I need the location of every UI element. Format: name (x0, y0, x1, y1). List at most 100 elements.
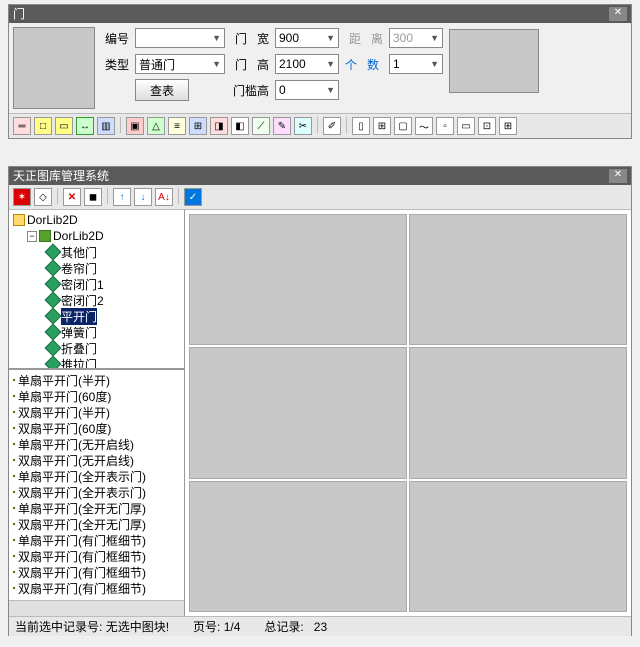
lib-tool-1-icon[interactable]: ✶ (13, 188, 31, 206)
list-item[interactable]: 单扇平开门(半开) (11, 372, 182, 388)
tool-icon-12[interactable]: ⟋ (252, 117, 270, 135)
plus-icon (13, 427, 15, 429)
list-item[interactable]: 双扇平开门(60度) (11, 420, 182, 436)
tool-icon-10[interactable]: ◨ (210, 117, 228, 135)
door-preview-left (13, 27, 95, 109)
type-combo[interactable]: 普通门▼ (135, 54, 225, 74)
tree-group[interactable]: − DorLib2D (11, 228, 182, 244)
status-page: 页号: 1/4 (193, 618, 240, 635)
tool-icon-20[interactable]: ▫ (436, 117, 454, 135)
door-form: 编号 ▼ 类型 普通门▼ 查表 (101, 27, 225, 109)
plus-icon (13, 571, 15, 573)
sort-icon[interactable]: A↓ (155, 188, 173, 206)
list-item[interactable]: 双扇平开门(有门框细节) (11, 580, 182, 596)
thumbnail-cell[interactable] (409, 347, 627, 478)
tool-icon-13[interactable]: ✎ (273, 117, 291, 135)
num-combo[interactable]: ▼ (135, 28, 225, 48)
tool-icon-15[interactable]: ✐ (323, 117, 341, 135)
tree-item[interactable]: 其他门 (11, 244, 182, 260)
list-item[interactable]: 单扇平开门(无开启线) (11, 436, 182, 452)
tool-icon-4[interactable]: ↔ (76, 117, 94, 135)
thumbnail-cell[interactable] (189, 347, 407, 478)
plus-icon (13, 443, 15, 445)
thumbnail-cell[interactable] (409, 214, 627, 345)
list-item[interactable]: 单扇平开门(60度) (11, 388, 182, 404)
tree-item[interactable]: 平开门 (11, 308, 182, 324)
collapse-icon[interactable]: − (27, 231, 37, 242)
width-combo[interactable]: 900▼ (275, 28, 339, 48)
tree-item[interactable]: 弹簧门 (11, 324, 182, 340)
library-body: DorLib2D − DorLib2D 其他门卷帘门密闭门1密闭门2平开门弹簧门… (9, 210, 631, 616)
tree-item[interactable]: 折叠门 (11, 340, 182, 356)
list-item[interactable]: 双扇平开门(无开启线) (11, 452, 182, 468)
status-bar: 当前选中记录号: 无选中图块! 页号: 1/4 总记录: 23 (9, 616, 631, 636)
close-icon[interactable]: ✕ (609, 169, 627, 183)
lookup-button[interactable]: 查表 (135, 79, 189, 101)
plus-icon (13, 555, 15, 557)
tree-item[interactable]: 卷帘门 (11, 260, 182, 276)
count-combo[interactable]: 1▼ (389, 54, 443, 74)
chevron-down-icon: ▼ (430, 59, 439, 69)
lib-tool-8-icon[interactable]: ✓ (184, 188, 202, 206)
library-tree[interactable]: DorLib2D − DorLib2D 其他门卷帘门密闭门1密闭门2平开门弹簧门… (9, 210, 184, 370)
delete-icon[interactable]: ✕ (63, 188, 81, 206)
tool-icon-7[interactable]: △ (147, 117, 165, 135)
tree-item[interactable]: 推拉门 (11, 356, 182, 370)
door-preview-right (449, 29, 539, 93)
count-unit-link[interactable]: 个 (345, 56, 361, 73)
tool-icon-9[interactable]: ⊞ (189, 117, 207, 135)
count-link[interactable]: 数 (367, 56, 383, 73)
chevron-down-icon: ▼ (326, 59, 335, 69)
list-item[interactable]: 单扇平开门(全开无门厚) (11, 500, 182, 516)
tool-icon-21[interactable]: ▭ (457, 117, 475, 135)
door-extras: 距 离 300▼ 个 数 1▼ (345, 27, 443, 109)
tool-icon-16[interactable]: ▯ (352, 117, 370, 135)
list-item[interactable]: 单扇平开门(全开表示门) (11, 468, 182, 484)
list-item[interactable]: 单扇平开门(有门框细节) (11, 532, 182, 548)
tool-icon-8[interactable]: ≡ (168, 117, 186, 135)
thumbnail-cell[interactable] (189, 481, 407, 612)
library-list[interactable]: 单扇平开门(半开)单扇平开门(60度)双扇平开门(半开)双扇平开门(60度)单扇… (9, 370, 184, 600)
tool-icon-17[interactable]: ⊞ (373, 117, 391, 135)
door-panel-title: 门 (13, 5, 25, 23)
lib-tool-2-icon[interactable]: ◇ (34, 188, 52, 206)
tree-root[interactable]: DorLib2D (11, 212, 182, 228)
up-arrow-icon[interactable]: ↑ (113, 188, 131, 206)
tool-icon-18[interactable]: ▢ (394, 117, 412, 135)
list-item[interactable]: 双扇平开门(全开表示门) (11, 484, 182, 500)
tree-item[interactable]: 密闭门1 (11, 276, 182, 292)
thumbnail-cell[interactable] (189, 214, 407, 345)
tool-icon-22[interactable]: ⊡ (478, 117, 496, 135)
tool-icon-3[interactable]: ▭ (55, 117, 73, 135)
down-arrow-icon[interactable]: ↓ (134, 188, 152, 206)
close-icon[interactable]: ✕ (609, 7, 627, 21)
list-item[interactable]: 双扇平开门(有门框细节) (11, 548, 182, 564)
tool-icon-5[interactable]: ▥ (97, 117, 115, 135)
plus-icon (13, 587, 15, 589)
status-total: 总记录: 23 (264, 618, 327, 635)
tree-item[interactable]: 密闭门2 (11, 292, 182, 308)
tool-icon-19[interactable]: 〜 (415, 117, 433, 135)
tool-icon-1[interactable]: ═ (13, 117, 31, 135)
chevron-down-icon: ▼ (326, 85, 335, 95)
thumbnail-grid (185, 210, 631, 616)
tool-icon-11[interactable]: ◧ (231, 117, 249, 135)
list-item[interactable]: 双扇平开门(半开) (11, 404, 182, 420)
width-label: 宽 (253, 30, 269, 47)
tool-icon-14[interactable]: ✂ (294, 117, 312, 135)
tool-icon-2[interactable]: □ (34, 117, 52, 135)
tool-icon-23[interactable]: ⊞ (499, 117, 517, 135)
threshold-combo[interactable]: 0▼ (275, 80, 339, 100)
diamond-icon (45, 244, 62, 261)
lib-tool-4-icon[interactable]: ◼ (84, 188, 102, 206)
list-item[interactable]: 双扇平开门(全开无门厚) (11, 516, 182, 532)
height-combo[interactable]: 2100▼ (275, 54, 339, 74)
list-item[interactable]: 双扇平开门(有门框细节) (11, 564, 182, 580)
distance-combo[interactable]: 300▼ (389, 28, 443, 48)
diamond-icon (45, 260, 62, 277)
thumbnail-cell[interactable] (409, 481, 627, 612)
tool-icon-6[interactable]: ▣ (126, 117, 144, 135)
diamond-icon (45, 308, 62, 325)
horizontal-scrollbar[interactable] (9, 600, 184, 616)
door-panel-body: 编号 ▼ 类型 普通门▼ 查表 门 宽 900▼ (9, 23, 631, 113)
